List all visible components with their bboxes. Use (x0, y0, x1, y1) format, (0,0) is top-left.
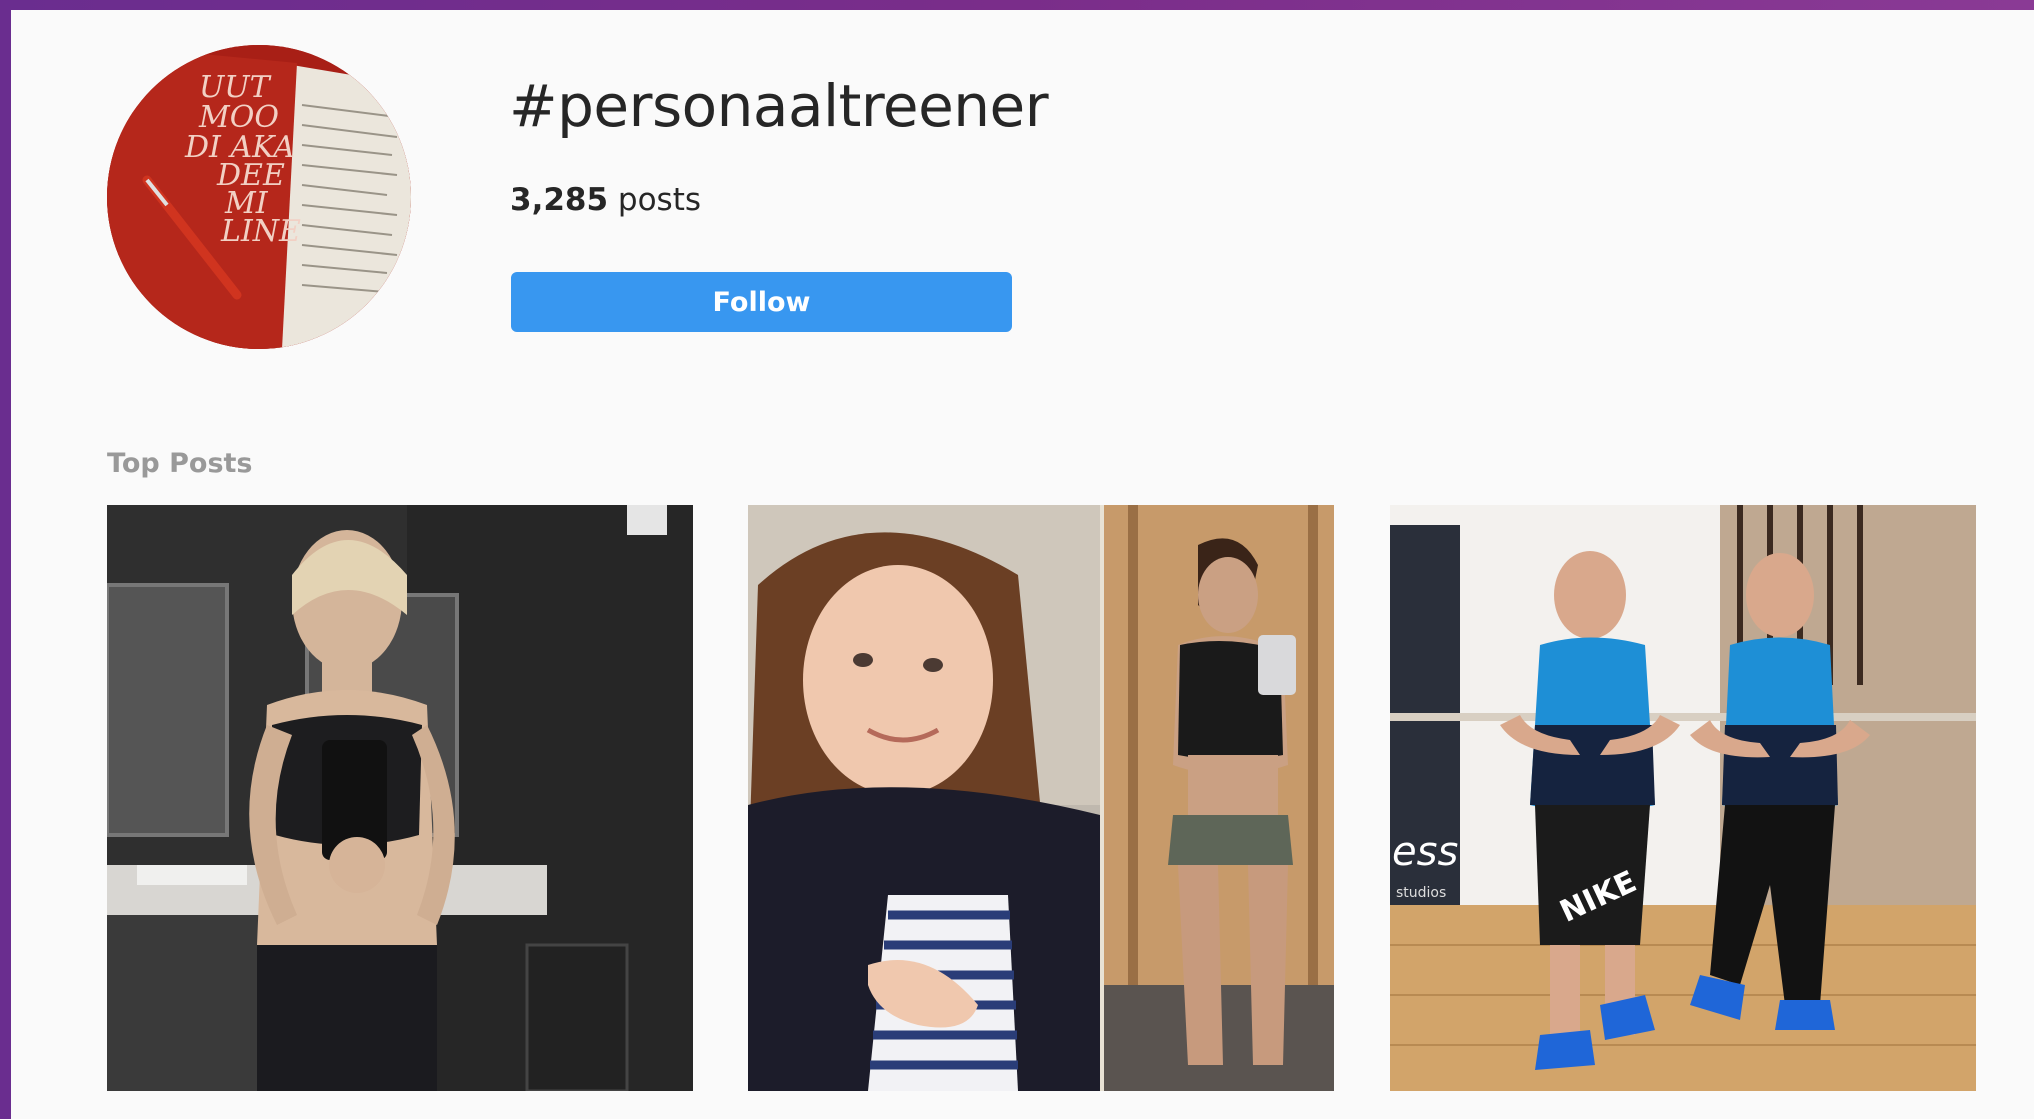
poster-sign-text: ess (1392, 829, 1458, 875)
post-gym-selfie-bathroom[interactable] (107, 505, 693, 1091)
instagram-hashtag-page: UUT MOO DI AKA DEE MI LINE #personaaltre… (11, 10, 2034, 1119)
post-before-after-transformation[interactable] (748, 505, 1334, 1091)
post-count-number: 3,285 (510, 182, 609, 218)
avatar-book-text-6: LINE (220, 214, 301, 249)
top-posts-label: Top Posts (107, 448, 253, 479)
page-title: #personaaltreener (509, 72, 1049, 140)
follow-button[interactable]: Follow (511, 272, 1012, 332)
post-count: 3,285 posts (510, 182, 701, 218)
hashtag-avatar: UUT MOO DI AKA DEE MI LINE (107, 45, 411, 349)
poster-sign-subtext: studios (1396, 885, 1446, 901)
post-two-trainers-flexing[interactable]: ess studios NIKE (1390, 505, 1976, 1091)
post-count-suffix: posts (608, 182, 702, 218)
